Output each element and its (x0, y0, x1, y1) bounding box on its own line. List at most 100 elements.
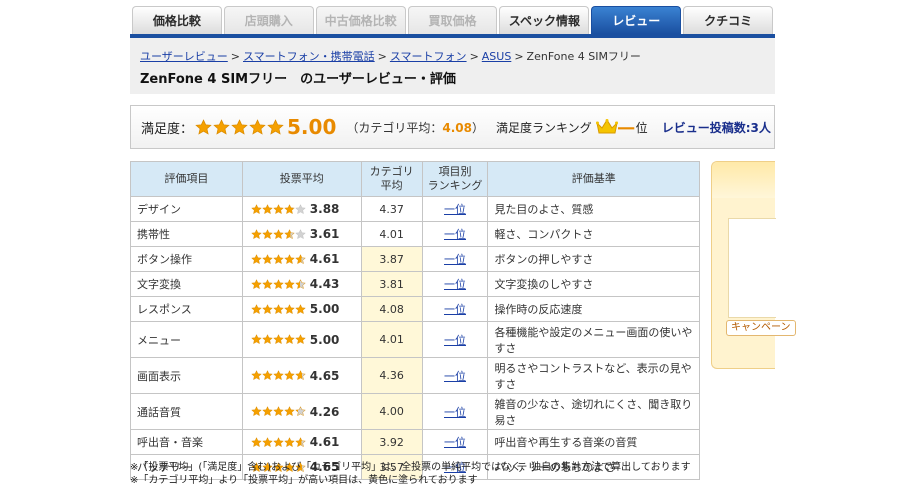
star-icon (261, 436, 273, 447)
star-icon (272, 370, 284, 381)
tab-used-price: 中古価格比較 (315, 6, 406, 34)
rating-stars (250, 436, 306, 448)
row-criteria: 各種機能や設定のメニュー画面の使いやすさ (487, 321, 700, 358)
category-average: （カテゴリ平均：4.08） (346, 119, 484, 136)
table-row: 通話音質 4.26 4.00 一位 雑音の少なさ、途切れにくさ、聞き取り易さ (130, 393, 700, 430)
star-icon (283, 334, 295, 345)
row-ranking-link[interactable]: 一位 (444, 436, 466, 449)
row-ranking: 一位 (421, 221, 489, 247)
review-count[interactable]: レビュー投稿数:3人 (662, 119, 771, 136)
star-icon (261, 253, 273, 264)
category-average-suffix: ） (472, 120, 485, 135)
row-ranking-link[interactable]: 一位 (444, 278, 466, 291)
row-item: 携帯性 (130, 221, 243, 247)
row-item: 呼出音・音楽 (130, 429, 243, 455)
header-item-ranking: 項目別 ランキング (421, 161, 489, 197)
star-icon (272, 334, 284, 345)
rating-stars (250, 303, 306, 315)
rating-stars (250, 278, 306, 290)
star-icon (283, 278, 295, 289)
row-ranking-link[interactable]: 一位 (444, 203, 466, 216)
star-icon (283, 436, 295, 447)
satisfaction-label: 満足度： (141, 121, 194, 137)
row-item: 文字変換 (130, 271, 243, 297)
star-icon (283, 406, 295, 417)
row-ranking: 一位 (421, 296, 489, 322)
row-vote-average: 3.88 (241, 196, 362, 222)
ranking-unit: 位 (635, 120, 648, 135)
star-icon (294, 370, 306, 381)
star-icon (261, 203, 273, 214)
star-icon (213, 118, 230, 135)
star-icon (283, 370, 295, 381)
campaign-button[interactable]: キャンペーン (726, 320, 796, 336)
row-score: 4.43 (309, 277, 340, 291)
tab-kuchikomi[interactable]: クチコミ (683, 6, 774, 34)
star-icon (283, 253, 295, 264)
row-score: 5.00 (309, 302, 340, 316)
row-ranking: 一位 (421, 357, 489, 394)
table-row: レスポンス 5.00 4.08 一位 操作時の反応速度 (130, 296, 700, 322)
table-header-row: 評価項目 投票平均 カテゴリ 平均 項目別 ランキング 評価基準 (130, 161, 700, 197)
row-score: 3.61 (309, 227, 340, 241)
row-ranking-link[interactable]: 一位 (444, 406, 466, 419)
row-ranking-link[interactable]: 一位 (444, 370, 466, 383)
header-category-average: カテゴリ 平均 (360, 161, 423, 197)
star-icon (249, 118, 266, 135)
star-icon (261, 370, 273, 381)
star-icon (250, 406, 262, 417)
side-panel-header (712, 162, 775, 198)
rating-stars (250, 228, 306, 240)
header-item: 評価項目 (130, 161, 243, 197)
tab-buyback-price: 買取価格 (407, 6, 498, 34)
star-icon (294, 406, 306, 417)
row-vote-average: 4.65 (241, 357, 362, 394)
breadcrumb-separator: > (469, 50, 479, 63)
star-icon (250, 334, 262, 345)
star-icon (261, 406, 273, 417)
star-icon (294, 228, 306, 239)
breadcrumb-link-mobile[interactable]: スマートフォン・携帯電話 (243, 50, 375, 63)
row-ranking-link[interactable]: 一位 (444, 303, 466, 316)
side-panel: キャンペーン (711, 161, 796, 369)
tab-price-compare[interactable]: 価格比較 (132, 6, 222, 34)
row-item: 画面表示 (130, 357, 243, 394)
star-icon (294, 203, 306, 214)
row-score: 4.61 (309, 435, 340, 449)
row-score: 3.88 (309, 202, 340, 216)
row-ranking: 一位 (421, 271, 489, 297)
star-icon (250, 303, 262, 314)
row-category-average: 3.81 (360, 271, 423, 297)
satisfaction-stars (195, 118, 285, 136)
star-icon (272, 436, 284, 447)
star-icon (272, 203, 284, 214)
breadcrumb-link-smartphone[interactable]: スマートフォン (390, 50, 467, 63)
table-row: デザイン 3.88 4.37 一位 見た目のよさ、質感 (130, 196, 700, 222)
row-ranking-link[interactable]: 一位 (444, 334, 466, 347)
star-icon (294, 436, 306, 447)
star-icon (283, 203, 295, 214)
breadcrumb-link-asus[interactable]: ASUS (482, 50, 512, 63)
row-criteria: 雑音の少なさ、途切れにくさ、聞き取り易さ (487, 393, 700, 430)
row-score: 4.26 (309, 404, 340, 419)
breadcrumb-current: ZenFone 4 SIMフリー (526, 50, 641, 63)
tab-review[interactable]: レビュー (591, 6, 682, 34)
breadcrumb-link-user-review[interactable]: ユーザーレビュー (140, 50, 228, 63)
row-item: メニュー (130, 321, 243, 358)
tab-spec[interactable]: スペック情報 (499, 6, 590, 34)
row-item: レスポンス (130, 296, 243, 322)
row-category-average: 4.36 (360, 357, 423, 394)
tab-bar: 価格比較 店頭購入 中古価格比較 買取価格 スペック情報 レビュー クチコミ (132, 6, 775, 34)
star-icon (294, 303, 306, 314)
table-row: 呼出音・音楽 4.61 3.92 一位 呼出音や再生する音楽の音質 (130, 429, 700, 455)
row-vote-average: 5.00 (241, 321, 362, 358)
star-icon (272, 278, 284, 289)
row-ranking-link[interactable]: 一位 (444, 228, 466, 241)
breadcrumb-separator: > (377, 50, 387, 63)
page-title: ZenFone 4 SIMフリー のユーザーレビュー・評価 (140, 72, 456, 87)
breadcrumb-separator: > (230, 50, 240, 63)
row-ranking: 一位 (421, 429, 489, 455)
row-ranking-link[interactable]: 一位 (444, 253, 466, 266)
star-icon (250, 278, 262, 289)
row-vote-average: 4.26 (241, 393, 362, 430)
